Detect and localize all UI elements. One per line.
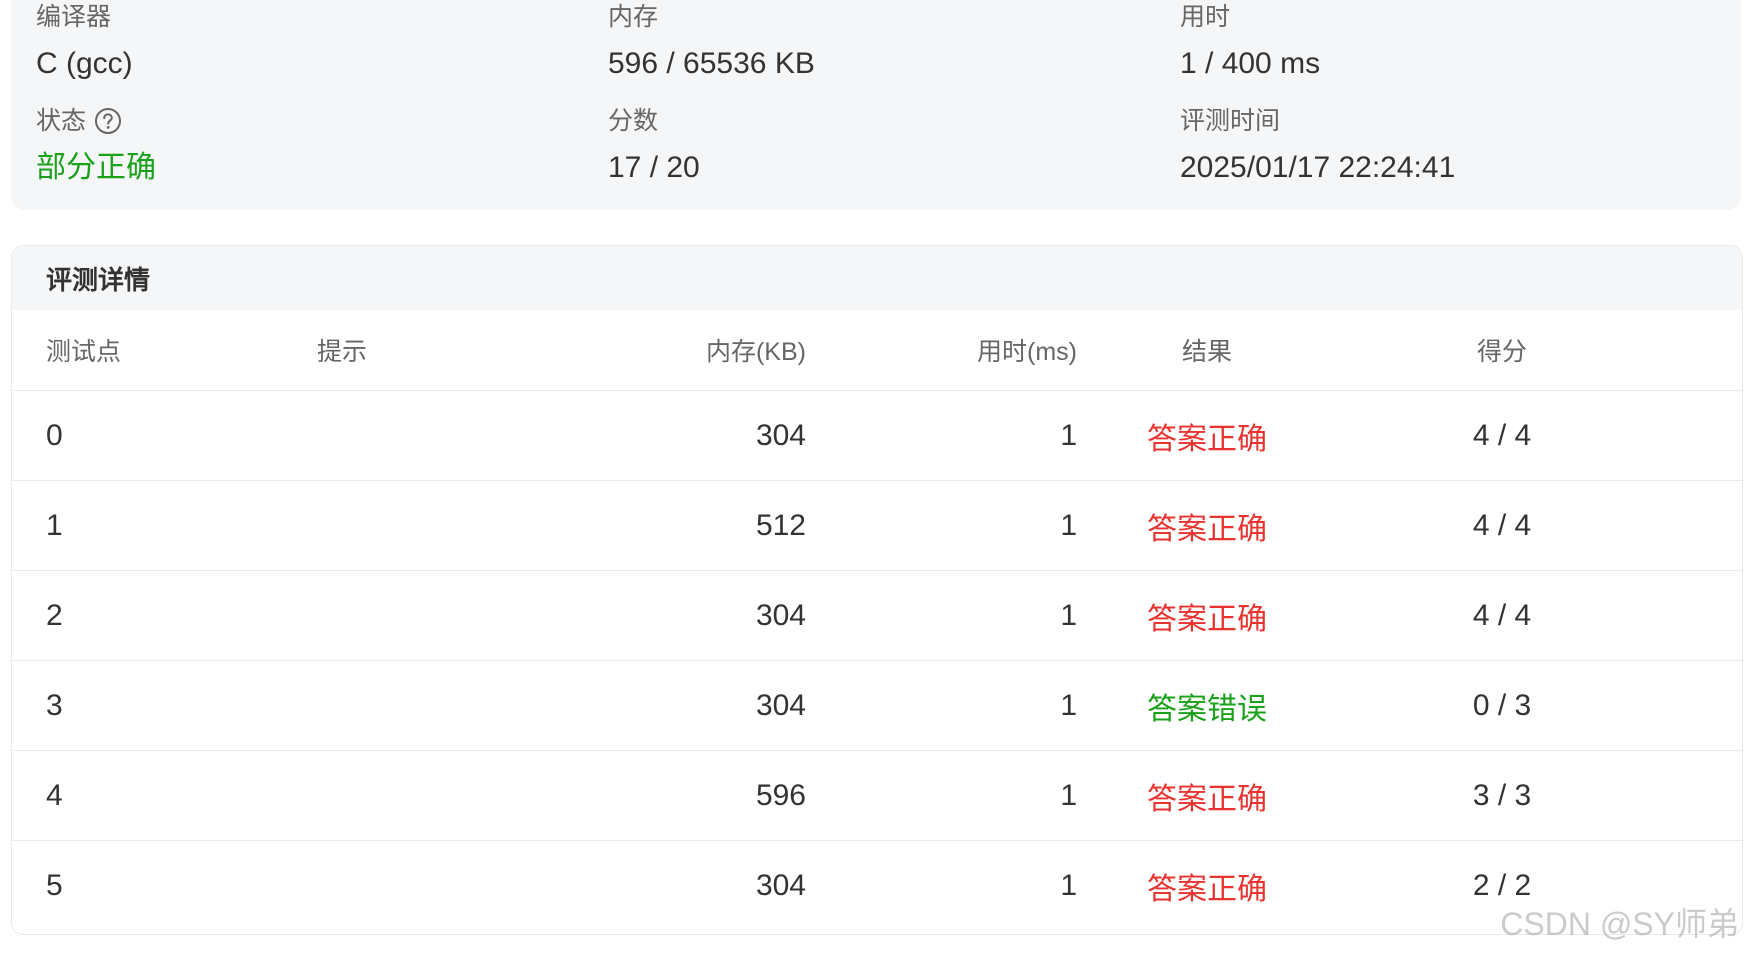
compiler-field: 编译器 C (gcc) xyxy=(36,2,133,82)
testcase-score: 4 / 4 xyxy=(1472,598,1532,632)
judged-at-value: 2025/01/17 22:24:41 xyxy=(1180,151,1456,184)
testcase-id: 3 xyxy=(46,688,63,722)
testcase-memory: 512 xyxy=(755,508,806,542)
testcase-time: 1 xyxy=(1060,508,1077,542)
testcase-score: 4 / 4 xyxy=(1472,508,1532,542)
testcase-memory: 304 xyxy=(755,418,806,452)
status-label-row: 状态 xyxy=(36,106,156,136)
submission-page: 编译器 C (gcc) 内存 596 / 65536 KB 用时 1 / 400… xyxy=(0,0,1747,957)
testcase-score: 0 / 3 xyxy=(1472,688,1532,722)
testcase-result: 答案正确 xyxy=(1147,602,1267,636)
testcase-time: 1 xyxy=(1060,598,1077,632)
col-header-result: 结果 xyxy=(1181,338,1232,366)
time-field: 用时 1 / 400 ms xyxy=(1180,2,1320,82)
judge-details-panel: 评测详情 测试点 提示 内存(KB) 用时(ms) 结果 得分 0 304 1 … xyxy=(11,245,1743,935)
col-header-testcase: 测试点 xyxy=(46,338,122,366)
table-header-row: 测试点 提示 内存(KB) 用时(ms) 结果 得分 xyxy=(12,310,1742,391)
testcase-memory: 304 xyxy=(755,868,806,902)
table-row: 3 304 1 答案错误 0 / 3 xyxy=(12,661,1742,751)
time-value: 1 / 400 ms xyxy=(1180,47,1321,80)
testcase-result: 答案正确 xyxy=(1147,872,1267,906)
judge-details-title: 评测详情 xyxy=(12,246,1742,310)
col-header-hint: 提示 xyxy=(317,338,368,366)
memory-field: 内存 596 / 65536 KB xyxy=(608,2,815,82)
score-label: 分数 xyxy=(608,107,659,135)
judged-at-field: 评测时间 2025/01/17 22:24:41 xyxy=(1180,106,1455,186)
testcase-time: 1 xyxy=(1060,418,1077,452)
testcase-memory: 304 xyxy=(755,598,806,632)
judged-at-label: 评测时间 xyxy=(1180,107,1281,135)
testcase-memory: 596 xyxy=(755,778,806,812)
testcase-memory: 304 xyxy=(755,688,806,722)
col-header-time: 用时(ms) xyxy=(977,338,1077,366)
submission-summary: 编译器 C (gcc) 内存 596 / 65536 KB 用时 1 / 400… xyxy=(11,0,1741,210)
memory-label: 内存 xyxy=(608,3,659,31)
testcase-id: 5 xyxy=(46,868,63,902)
status-value: 部分正确 xyxy=(36,151,156,184)
testcase-time: 1 xyxy=(1060,778,1077,812)
compiler-value: C (gcc) xyxy=(36,47,133,80)
score-field: 分数 17 / 20 xyxy=(608,106,700,186)
status-field: 状态 部分正确 xyxy=(36,106,156,186)
testcase-id: 4 xyxy=(46,778,63,812)
status-label: 状态 xyxy=(36,107,87,135)
table-row: 4 596 1 答案正确 3 / 3 xyxy=(12,751,1742,841)
table-row: 0 304 1 答案正确 4 / 4 xyxy=(12,391,1742,481)
question-circle-icon[interactable] xyxy=(94,107,122,135)
col-header-score: 得分 xyxy=(1476,338,1527,366)
testcase-id: 2 xyxy=(46,598,63,632)
testcase-score: 3 / 3 xyxy=(1472,778,1532,812)
table-row: 1 512 1 答案正确 4 / 4 xyxy=(12,481,1742,571)
testcase-id: 0 xyxy=(46,418,63,452)
testcase-result: 答案正确 xyxy=(1147,422,1267,456)
testcase-score: 4 / 4 xyxy=(1472,418,1532,452)
score-value: 17 / 20 xyxy=(608,151,700,184)
testcase-time: 1 xyxy=(1060,868,1077,902)
testcase-time: 1 xyxy=(1060,688,1077,722)
testcase-result: 答案正确 xyxy=(1147,782,1267,816)
compiler-label: 编译器 xyxy=(36,3,112,31)
testcase-id: 1 xyxy=(46,508,63,542)
col-header-memory: 内存(KB) xyxy=(705,338,806,366)
table-row: 5 304 1 答案正确 2 / 2 xyxy=(12,841,1742,930)
time-label: 用时 xyxy=(1180,3,1231,31)
table-row: 2 304 1 答案正确 4 / 4 xyxy=(12,571,1742,661)
watermark-text: CSDN @SY师弟 xyxy=(1500,906,1739,942)
testcase-result: 答案错误 xyxy=(1147,692,1267,726)
memory-value: 596 / 65536 KB xyxy=(608,47,815,80)
testcase-result: 答案正确 xyxy=(1147,512,1267,546)
